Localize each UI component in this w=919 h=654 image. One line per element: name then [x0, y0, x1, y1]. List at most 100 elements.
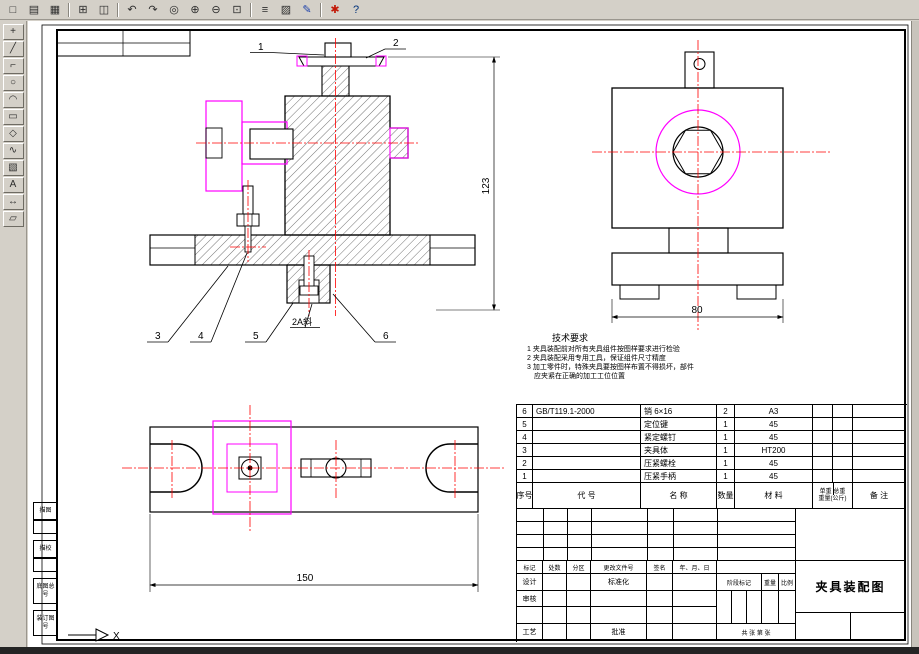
- company-name-cell: [796, 509, 906, 561]
- tool-polygon-button[interactable]: ◇: [2, 126, 24, 142]
- pan-button[interactable]: ◎: [164, 1, 184, 19]
- top-view[interactable]: [149, 420, 479, 515]
- parts-cell-w2-row5: [833, 418, 853, 431]
- check-label: 审核: [517, 591, 543, 607]
- drawing-title: 夹具装配图: [796, 561, 906, 613]
- top-view-centerlines: [122, 405, 506, 532]
- parts-cell-w2-row2: [833, 457, 853, 470]
- parts-header-name: 名 称: [641, 483, 717, 509]
- empty-cell: [517, 607, 543, 624]
- parts-cell-w1-row5: [813, 418, 833, 431]
- balloon-6[interactable]: 6: [332, 293, 396, 343]
- empty-cell: [543, 574, 567, 591]
- tool-spline-button[interactable]: ∿: [2, 143, 24, 159]
- dimension-front-height[interactable]: 123: [388, 56, 500, 311]
- tool-polyline-button[interactable]: ⌐: [2, 58, 24, 74]
- plugin-button[interactable]: ✱: [325, 1, 345, 19]
- parts-cell-remark-row6: [853, 405, 906, 418]
- tech-requirement-line: 应夹紧在正确的加工工位位置: [534, 373, 625, 380]
- undo-button[interactable]: ↶: [122, 1, 142, 19]
- balloon-3-label: 3: [155, 331, 161, 342]
- save-file-button[interactable]: ▦: [45, 1, 65, 19]
- margin-box-checking: 描校: [33, 540, 58, 558]
- open-file-button[interactable]: ▤: [24, 1, 44, 19]
- parts-header-material: 材 料: [735, 483, 813, 509]
- parts-cell-no-row1: 1: [517, 470, 533, 483]
- ucs-x-label: X: [113, 631, 120, 642]
- parts-cell-qty-row5: 1: [717, 418, 735, 431]
- balloon-2[interactable]: 2: [365, 38, 406, 59]
- toolbar-separator: [320, 2, 322, 17]
- side-view[interactable]: [611, 51, 784, 300]
- dimension-top-width[interactable]: 150: [149, 514, 479, 592]
- stage-box: [717, 591, 732, 624]
- print-preview-button[interactable]: ◫: [94, 1, 114, 19]
- tool-line-button[interactable]: ╱: [2, 41, 24, 57]
- balloon-1[interactable]: 1: [250, 42, 325, 56]
- sign-label: 签名: [647, 561, 673, 574]
- stage-box: [732, 591, 747, 624]
- design-label: 设计: [517, 574, 543, 591]
- parts-cell-qty-row6: 2: [717, 405, 735, 418]
- margin-box-binding-no: 装订图号: [33, 610, 58, 636]
- draw-edit-button[interactable]: ✎: [297, 1, 317, 19]
- tool-rect-button[interactable]: ▭: [2, 109, 24, 125]
- stage-box: [747, 591, 762, 624]
- empty-cell: [673, 591, 717, 607]
- parts-cell-no-row6: 6: [517, 405, 533, 418]
- tool-dimension-button[interactable]: ↔: [2, 194, 24, 210]
- parts-cell-name-row5: 定位键: [641, 418, 717, 431]
- hatch-style-button[interactable]: ▨: [276, 1, 296, 19]
- parts-cell-name-row6: 销 6×16: [641, 405, 717, 418]
- parts-cell-code-row2: [533, 457, 641, 470]
- front-view[interactable]: [149, 42, 476, 304]
- parts-cell-material-row5: 45: [735, 418, 813, 431]
- parts-cell-w2-row6: [833, 405, 853, 418]
- help-button[interactable]: ?: [346, 1, 366, 19]
- empty-cell: [647, 591, 673, 607]
- dimension-side-width[interactable]: 80: [611, 299, 784, 323]
- tool-hatch-button[interactable]: ▧: [2, 160, 24, 176]
- balloon-4-label: 4: [198, 331, 204, 342]
- parts-cell-remark-row3: [853, 444, 906, 457]
- cad-application-window: □ ▤ ▦ ⊞ ◫ ↶ ↷ ◎ ⊕ ⊖ ⊡ ≡ ▨ ✎ ✱? + ╱ ⌐ ○ ◠ ▭ ◇ ∿ ▧ A ↔ ▱: [0, 0, 919, 654]
- parts-cell-w1-row2: [813, 457, 833, 470]
- tool-text-button[interactable]: A: [2, 177, 24, 193]
- tool-erase-button[interactable]: ▱: [2, 211, 24, 227]
- parts-cell-material-row2: 45: [735, 457, 813, 470]
- date-label: 年、月、日: [673, 561, 717, 574]
- scale-value-cell: [779, 591, 796, 624]
- empty-cell: [673, 607, 717, 624]
- tool-arc-button[interactable]: ◠: [2, 92, 24, 108]
- parts-cell-code-row6: GB/T119.1-2000: [533, 405, 641, 418]
- parts-cell-w1-row1: [813, 470, 833, 483]
- redo-button[interactable]: ↷: [143, 1, 163, 19]
- empty-cell: [543, 591, 567, 607]
- new-file-button[interactable]: □: [3, 1, 23, 19]
- parts-cell-name-row2: 压紧螺栓: [641, 457, 717, 470]
- zoom-window-button[interactable]: ⊡: [227, 1, 247, 19]
- print-button[interactable]: ⊞: [73, 1, 93, 19]
- parts-cell-no-row2: 2: [517, 457, 533, 470]
- balloon-4[interactable]: 4: [190, 252, 248, 343]
- tool-circle-button[interactable]: ○: [2, 75, 24, 91]
- parts-cell-w2-row4: [833, 431, 853, 444]
- parts-cell-remark-row2: [853, 457, 906, 470]
- parts-cell-code-row5: [533, 418, 641, 431]
- zoom-in-button[interactable]: ⊕: [185, 1, 205, 19]
- parts-cell-name-row1: 压紧手柄: [641, 470, 717, 483]
- layers-button[interactable]: ≡: [255, 1, 275, 19]
- balloon-6-label: 6: [383, 331, 389, 342]
- dim-front-height-text: 123: [481, 177, 492, 194]
- zoom-out-button[interactable]: ⊖: [206, 1, 226, 19]
- craft-label: 工艺: [517, 624, 543, 641]
- balloon-5[interactable]: 5: [245, 302, 294, 343]
- parts-cell-no-row5: 5: [517, 418, 533, 431]
- empty-cell: [567, 574, 591, 591]
- margin-box-tracing: 描图: [33, 502, 58, 520]
- left-toolbar: + ╱ ⌐ ○ ◠ ▭ ◇ ∿ ▧ A ↔ ▱: [0, 21, 27, 647]
- chamfer-note[interactable]: 2A斜: [290, 303, 320, 328]
- tool-select-button[interactable]: +: [2, 24, 24, 40]
- empty-cell: [647, 624, 673, 641]
- weight-header-divider: [833, 483, 834, 495]
